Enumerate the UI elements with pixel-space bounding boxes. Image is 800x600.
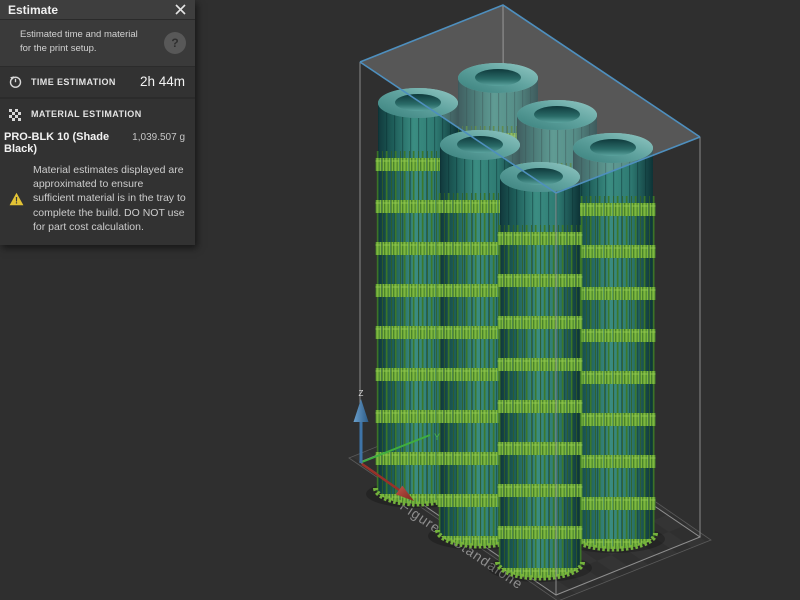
warning-icon: ! <box>9 192 24 206</box>
material-estimation-label: MATERIAL ESTIMATION <box>31 109 142 119</box>
material-warning: ! Material estimates displayed are appro… <box>0 163 195 235</box>
close-icon[interactable] <box>171 1 189 19</box>
material-estimation-row: MATERIAL ESTIMATION <box>0 107 195 122</box>
estimate-panel: Estimate Estimated time and material for… <box>0 0 195 245</box>
tube-part[interactable] <box>571 133 656 549</box>
estimate-panel-header: Estimate <box>0 0 195 20</box>
material-warning-text: Material estimates displayed are approxi… <box>33 163 195 235</box>
time-estimation-value: 2h 44m <box>140 74 185 89</box>
axis-z-label: Z <box>359 389 364 398</box>
help-glyph: ? <box>171 36 178 50</box>
material-amount: 1,039.507 g <box>132 132 185 143</box>
material-estimation-section: MATERIAL ESTIMATION PRO-BLK 10 (Shade Bl… <box>0 99 195 245</box>
material-name: PRO-BLK 10 (Shade Black) <box>4 131 132 155</box>
tube-part[interactable] <box>498 162 583 578</box>
estimate-description: Estimated time and material for the prin… <box>20 28 149 57</box>
time-estimation-label: TIME ESTIMATION <box>31 77 116 87</box>
time-estimation-row: TIME ESTIMATION 2h 44m <box>0 67 195 99</box>
panel-title: Estimate <box>0 3 171 17</box>
stopwatch-icon <box>8 74 23 89</box>
axis-y-label: Y <box>434 432 440 442</box>
estimate-description-row: Estimated time and material for the prin… <box>0 20 195 67</box>
help-button[interactable]: ? <box>164 32 186 54</box>
material-grid-icon <box>8 107 23 122</box>
material-row: PRO-BLK 10 (Shade Black) 1,039.507 g <box>0 131 195 155</box>
warning-glyph: ! <box>15 195 18 205</box>
